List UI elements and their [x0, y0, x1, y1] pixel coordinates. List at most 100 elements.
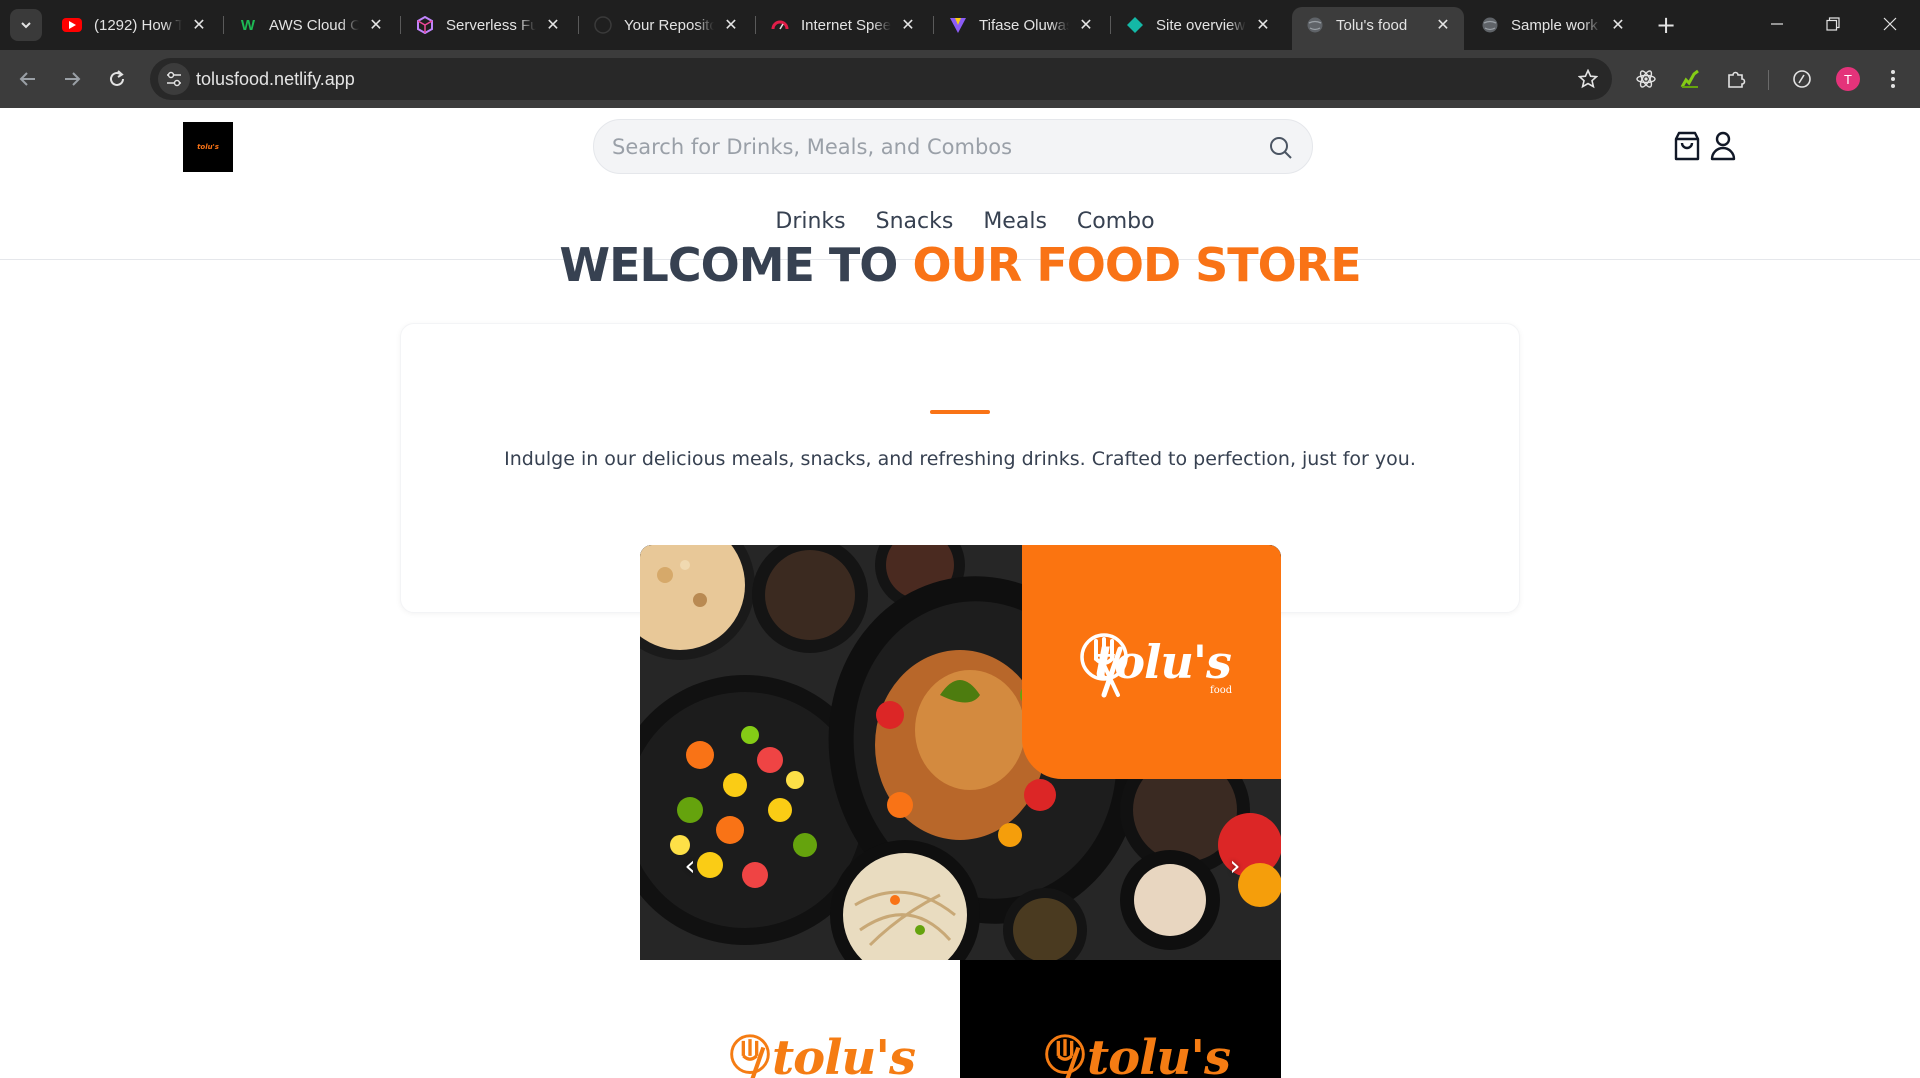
image-carousel[interactable]: tolu's food ‹ › — [640, 545, 1281, 960]
logo-variant-white: tolu's — [640, 960, 960, 1078]
close-tab-icon[interactable]: ✕ — [722, 16, 740, 34]
browser-tab[interactable]: Your Repositories ✕ — [580, 7, 752, 43]
more-vertical-icon — [1891, 70, 1895, 88]
fork-knife-icon — [1080, 633, 1128, 698]
tab-title: (1292) How To — [94, 16, 182, 34]
nav-link-meals[interactable]: Meals — [968, 204, 1062, 240]
tab-title: Serverless Functions — [446, 16, 536, 34]
tab-divider — [578, 16, 579, 34]
arrow-right-icon — [65, 72, 81, 86]
hero-underline — [930, 410, 990, 414]
brand-tile: tolu's food — [1022, 545, 1281, 779]
carousel-prev-button[interactable]: ‹ — [678, 848, 702, 882]
profile-avatar[interactable]: T — [1836, 67, 1860, 91]
vite-icon — [949, 16, 967, 34]
chevron-right-icon: › — [1229, 848, 1241, 882]
browser-tab-active[interactable]: Tolu's food ✕ — [1292, 7, 1464, 50]
extensions-button[interactable] — [1722, 65, 1750, 93]
close-window-button[interactable] — [1868, 6, 1912, 42]
fork-knife-icon — [1045, 1034, 1085, 1078]
close-tab-icon[interactable]: ✕ — [190, 16, 208, 34]
hero-title-part2: OUR FOOD STORE — [912, 238, 1361, 292]
puzzle-icon — [1728, 71, 1746, 88]
minimize-button[interactable] — [1755, 6, 1799, 42]
logo-variant-text: tolu's — [772, 1030, 916, 1078]
speedometer-icon — [771, 16, 789, 34]
logo-variant-text: tolu's — [1087, 1030, 1231, 1078]
close-tab-icon[interactable]: ✕ — [1609, 16, 1627, 34]
atom-icon — [1636, 70, 1656, 88]
search-icon[interactable] — [1268, 135, 1294, 161]
tab-title: Tolu's food — [1336, 16, 1408, 34]
tab-title: Site overview — [1156, 16, 1246, 34]
browser-tab[interactable]: W AWS Cloud Club ✕ — [225, 7, 397, 43]
web-page: tolu's Drinks Snacks Meals Combo WELCOME… — [0, 108, 1920, 1078]
restore-icon — [1826, 17, 1840, 31]
toolbar-divider — [1768, 70, 1769, 90]
tab-title: Sample work — [1511, 16, 1598, 34]
carousel-next-button[interactable]: › — [1223, 848, 1247, 882]
arrow-left-icon — [19, 72, 35, 86]
tab-search-button[interactable] — [10, 9, 42, 41]
user-icon[interactable] — [1708, 130, 1738, 162]
url-text[interactable]: tolusfood.netlify.app — [196, 69, 355, 90]
tab-divider — [1110, 16, 1111, 34]
close-tab-icon[interactable]: ✕ — [1077, 16, 1095, 34]
restore-button[interactable] — [1811, 6, 1855, 42]
menu-button[interactable] — [1879, 65, 1907, 93]
performance-button[interactable] — [1788, 65, 1816, 93]
fork-knife-icon — [730, 1034, 770, 1078]
close-tab-icon[interactable]: ✕ — [1434, 16, 1452, 34]
cube-icon — [416, 16, 434, 34]
netlify-icon — [1126, 16, 1144, 34]
nav-link-snacks[interactable]: Snacks — [861, 204, 969, 240]
logo-text: tolu's — [197, 143, 219, 151]
forward-button[interactable] — [56, 63, 88, 95]
youtube-icon — [62, 18, 82, 32]
hero-title-part1: WELCOME TO — [559, 238, 898, 292]
tab-title: Internet Speed — [801, 16, 891, 34]
lightning-chart-icon — [1680, 69, 1699, 88]
globe-icon — [1481, 16, 1499, 34]
category-nav: Drinks Snacks Meals Combo — [0, 204, 1920, 240]
browser-tab[interactable]: Tifase Oluwaseun ✕ — [935, 7, 1107, 43]
close-tab-icon[interactable]: ✕ — [899, 16, 917, 34]
close-tab-icon[interactable]: ✕ — [367, 16, 385, 34]
shopping-bag-icon[interactable] — [1672, 130, 1702, 162]
tab-divider — [223, 16, 224, 34]
close-tab-icon[interactable]: ✕ — [1254, 16, 1272, 34]
react-devtools-extension[interactable] — [1632, 65, 1660, 93]
back-button[interactable] — [12, 63, 44, 95]
nav-link-combo[interactable]: Combo — [1062, 204, 1170, 240]
close-tab-icon[interactable]: ✕ — [544, 16, 562, 34]
hero-subtitle: Indulge in our delicious meals, snacks, … — [504, 448, 1416, 470]
browser-tab[interactable]: Site overview ✕ — [1112, 7, 1284, 43]
new-tab-button[interactable]: + — [1651, 10, 1681, 40]
brand-subtext: food — [1210, 685, 1233, 696]
tab-title: Tifase Oluwaseun — [979, 16, 1069, 34]
site-logo[interactable]: tolu's — [183, 122, 233, 172]
speed-extension[interactable] — [1676, 65, 1704, 93]
tab-divider — [933, 16, 934, 34]
gauge-icon — [1793, 70, 1811, 88]
minimize-icon — [1771, 23, 1783, 25]
tab-title: Your Repositories — [624, 16, 714, 34]
browser-tab[interactable]: Internet Speed ✕ — [757, 7, 929, 43]
nav-link-drinks[interactable]: Drinks — [760, 204, 860, 240]
chevron-down-icon — [21, 22, 31, 29]
site-info-button[interactable] — [158, 63, 190, 95]
address-bar[interactable]: tolusfood.netlify.app — [150, 58, 1612, 100]
chevron-left-icon: ‹ — [684, 848, 696, 882]
tab-divider — [400, 16, 401, 34]
search-bar — [593, 119, 1313, 174]
browser-tab[interactable]: Sample work ✕ — [1467, 7, 1639, 43]
search-input[interactable] — [612, 132, 1232, 162]
browser-tab[interactable]: Serverless Functions ✕ — [402, 7, 574, 43]
hero-title: WELCOME TO OUR FOOD STORE — [0, 238, 1920, 292]
github-icon — [594, 16, 612, 34]
browser-tab[interactable]: (1292) How To ✕ — [48, 7, 220, 43]
reload-button[interactable] — [101, 63, 133, 95]
tab-title: AWS Cloud Club — [269, 16, 359, 34]
bookmark-star-button[interactable] — [1576, 67, 1600, 91]
w-icon: W — [240, 16, 256, 34]
